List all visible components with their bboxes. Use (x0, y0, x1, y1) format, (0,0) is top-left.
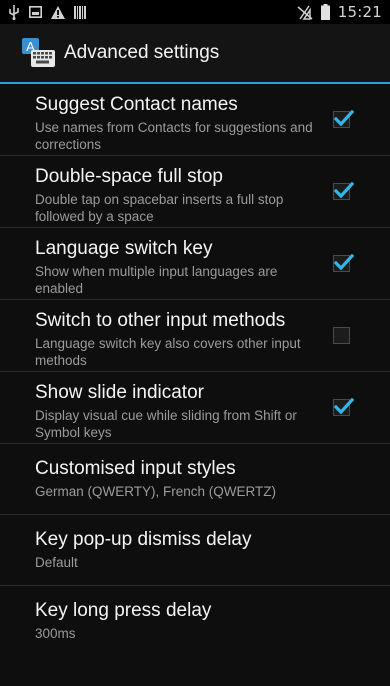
setting-summary: Show when multiple input languages are e… (35, 264, 278, 296)
checkbox-unchecked[interactable] (333, 327, 350, 344)
warning-icon (51, 5, 65, 19)
setting-key-popup-dismiss-delay[interactable]: Key pop-up dismiss delay Default (0, 515, 390, 586)
clock: 15:21 (337, 3, 382, 21)
settings-list: Suggest Contact names Use names from Con… (0, 84, 390, 657)
setting-summary: German (QWERTY), French (QWERTZ) (35, 484, 277, 499)
checkbox-checked[interactable] (333, 181, 355, 200)
setting-key-long-press-delay[interactable]: Key long press delay 300ms (0, 586, 390, 657)
setting-title: Key pop-up dismiss delay (35, 529, 252, 550)
action-bar: A Advanced settings (0, 24, 390, 84)
setting-summary: Display visual cue while sliding from Sh… (35, 408, 297, 440)
setting-show-slide-indicator[interactable]: Show slide indicator Display visual cue … (0, 372, 390, 444)
no-signal-icon (297, 5, 313, 20)
checkbox-checked[interactable] (333, 109, 355, 128)
checkbox-checked[interactable] (333, 253, 355, 272)
setting-summary: Language switch key also covers other in… (35, 336, 301, 368)
setting-title: Language switch key (35, 238, 213, 259)
checkbox-checked[interactable] (333, 397, 355, 416)
system-icons: 15:21 (297, 3, 382, 21)
usb-icon (8, 4, 20, 20)
setting-summary: Default (35, 555, 78, 570)
screen: 15:21 A Advanced settings Suggest Contac… (0, 0, 390, 686)
setting-summary: Use names from Contacts for suggestions … (35, 120, 313, 152)
setting-title: Switch to other input methods (35, 310, 286, 331)
setting-title: Key long press delay (35, 600, 212, 621)
barcode-icon (74, 5, 86, 19)
setting-switch-to-other-input-methods[interactable]: Switch to other input methods Language s… (0, 300, 390, 372)
setting-customised-input-styles[interactable]: Customised input styles German (QWERTY),… (0, 444, 390, 515)
image-icon (29, 6, 42, 18)
setting-title: Customised input styles (35, 458, 236, 479)
setting-summary: Double tap on spacebar inserts a full st… (35, 192, 284, 224)
setting-summary: 300ms (35, 626, 76, 641)
status-bar: 15:21 (0, 0, 390, 24)
setting-title: Suggest Contact names (35, 94, 238, 115)
setting-title: Double-space full stop (35, 166, 223, 187)
setting-double-space-full-stop[interactable]: Double-space full stop Double tap on spa… (0, 156, 390, 228)
page-title: Advanced settings (64, 42, 220, 63)
battery-icon (320, 4, 330, 20)
setting-suggest-contact-names[interactable]: Suggest Contact names Use names from Con… (0, 84, 390, 156)
setting-language-switch-key[interactable]: Language switch key Show when multiple i… (0, 228, 390, 300)
setting-title: Show slide indicator (35, 382, 204, 403)
notification-icons (8, 4, 86, 20)
keyboard-app-icon[interactable]: A (20, 37, 58, 69)
